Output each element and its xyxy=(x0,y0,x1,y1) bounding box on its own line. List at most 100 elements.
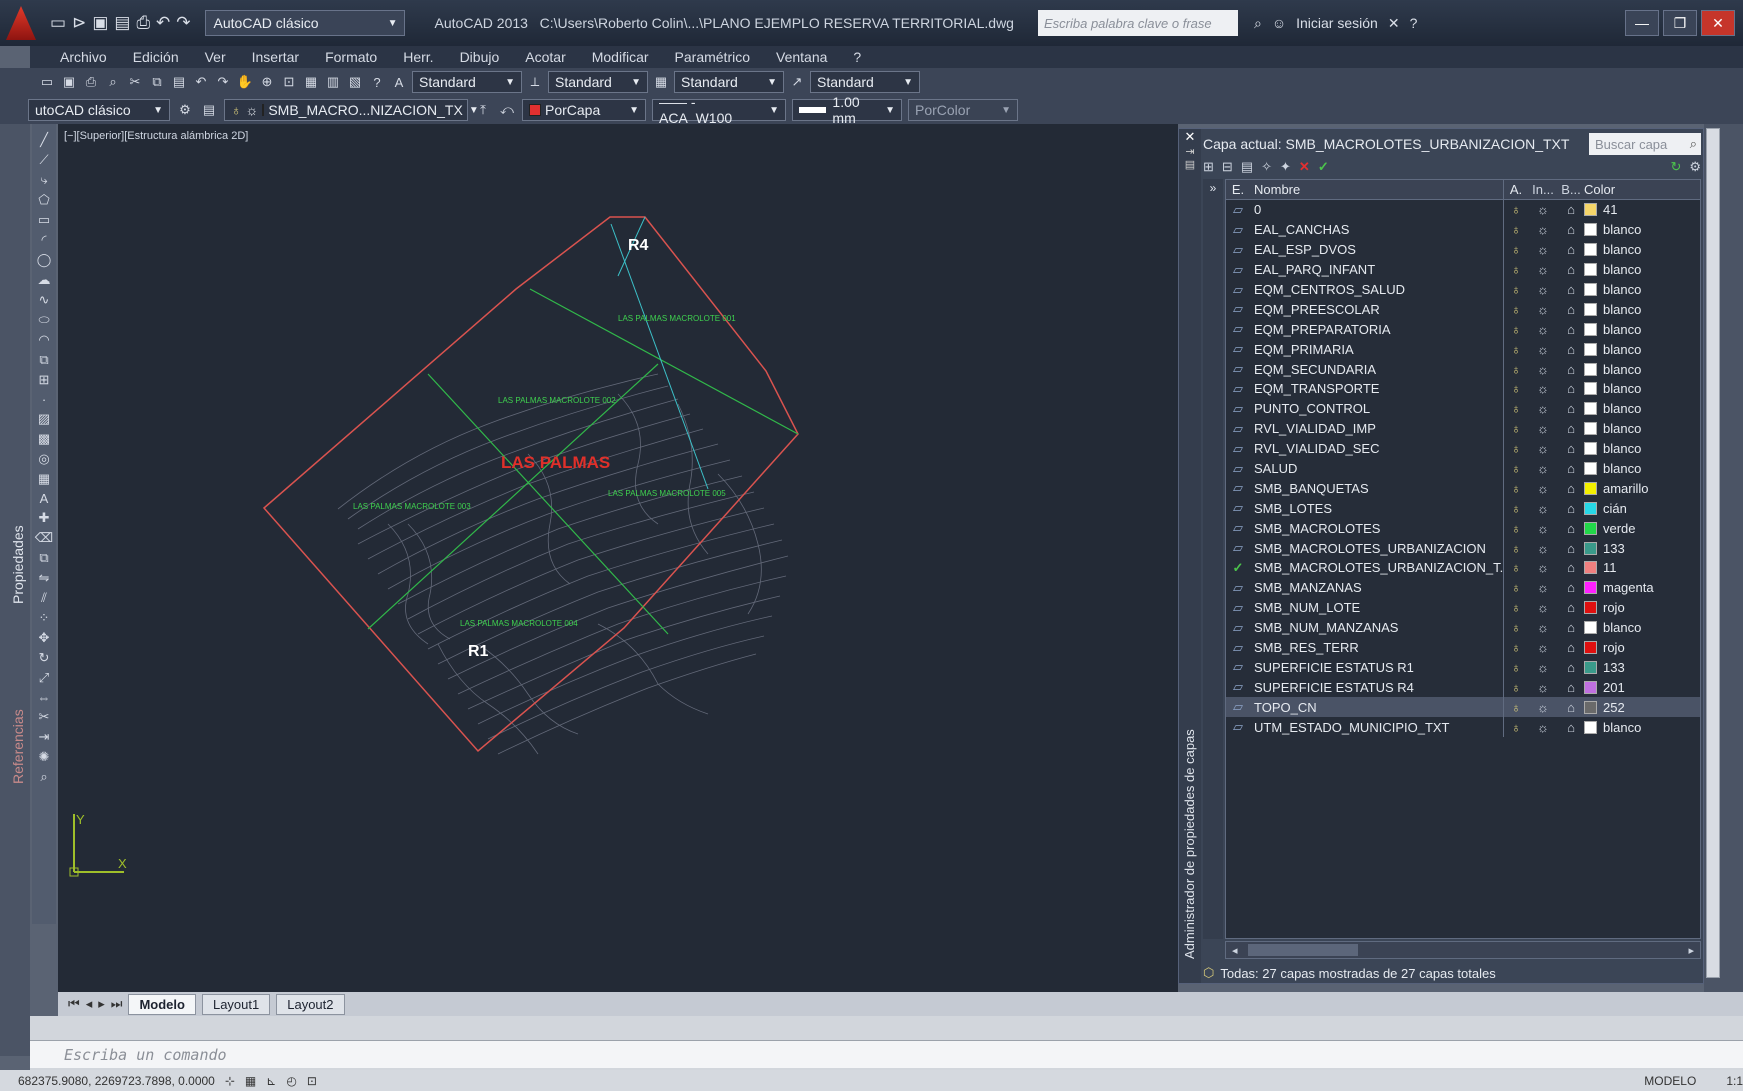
copy-icon[interactable]: ⧉ xyxy=(39,550,48,566)
make-current-icon[interactable]: ⤒ xyxy=(474,101,492,119)
layer-color[interactable]: blanco xyxy=(1584,720,1700,735)
design-center-icon[interactable]: ▥ xyxy=(324,73,342,91)
sun-icon[interactable]: ☼ xyxy=(1528,620,1558,635)
layer-status-icon[interactable]: ▱ xyxy=(1226,262,1250,278)
cut-icon[interactable]: ✂ xyxy=(126,73,144,91)
layer-row[interactable]: ▱ SMB_RES_TERR ♁ ☼ ⌂ rojo xyxy=(1226,637,1700,658)
layer-color[interactable]: 41 xyxy=(1584,202,1700,217)
lightbulb-icon[interactable]: ♁ xyxy=(1504,202,1528,217)
sun-icon[interactable]: ☼ xyxy=(1528,322,1558,337)
layer-row[interactable]: ▱ SUPERFICIE ESTATUS R1 ♁ ☼ ⌂ 133 xyxy=(1226,657,1700,678)
layer-row[interactable]: ▱ SMB_NUM_MANZANAS ♁ ☼ ⌂ blanco xyxy=(1226,617,1700,638)
layer-status-icon[interactable]: ▱ xyxy=(1226,301,1250,317)
exchange-icon[interactable]: ✕ xyxy=(1388,15,1400,32)
open-file-icon[interactable]: ⊳ xyxy=(72,13,86,33)
menu-insertar[interactable]: Insertar xyxy=(252,49,299,65)
layer-row[interactable]: ▱ EAL_PARQ_INFANT ♁ ☼ ⌂ blanco xyxy=(1226,259,1700,280)
layer-color[interactable]: 201 xyxy=(1584,680,1700,695)
layer-status-icon[interactable]: ▱ xyxy=(1226,520,1250,536)
layer-status-icon[interactable]: ▱ xyxy=(1226,242,1250,258)
unlock-icon[interactable]: ⌂ xyxy=(1558,401,1584,416)
layer-name[interactable]: SMB_LOTES xyxy=(1250,498,1504,519)
layer-name[interactable]: SMB_MACROLOTES xyxy=(1250,518,1504,539)
unlock-icon[interactable]: ⌂ xyxy=(1558,700,1584,715)
ellipse-arc-icon[interactable]: ◠ xyxy=(38,332,49,348)
layer-name[interactable]: EQM_SECUNDARIA xyxy=(1250,359,1504,380)
erase-icon[interactable]: ⌫ xyxy=(35,530,53,546)
extend-icon[interactable]: ⇥ xyxy=(39,729,50,745)
unlock-icon[interactable]: ⌂ xyxy=(1558,342,1584,357)
layer-color[interactable]: blanco xyxy=(1584,381,1700,396)
move-icon[interactable]: ✥ xyxy=(39,630,50,646)
layer-name[interactable]: SMB_NUM_MANZANAS xyxy=(1250,617,1504,638)
menu-ventana[interactable]: Ventana xyxy=(776,49,827,65)
array-icon[interactable]: ⁘ xyxy=(39,610,50,626)
layer-dropdown[interactable]: ♁ ☼ SMB_MACRO...NIZACION_TX ▼ xyxy=(224,99,479,121)
unlock-icon[interactable]: ⌂ xyxy=(1558,242,1584,257)
sun-icon[interactable]: ☼ xyxy=(1528,302,1558,317)
sun-icon[interactable]: ☼ xyxy=(1528,600,1558,615)
set-current-icon[interactable]: ✓ xyxy=(1318,159,1329,175)
trim-icon[interactable]: ✂ xyxy=(39,709,50,725)
unlock-icon[interactable]: ⌂ xyxy=(1558,362,1584,377)
menu-formato[interactable]: Formato xyxy=(325,49,377,65)
plotstyle-dropdown[interactable]: PorColor ▼ xyxy=(908,99,1018,121)
minimize-button[interactable]: — xyxy=(1625,10,1659,36)
command-line-input[interactable]: Escriba un comando xyxy=(30,1040,1743,1068)
unlock-icon[interactable]: ⌂ xyxy=(1558,262,1584,277)
layer-status-icon[interactable]: ▱ xyxy=(1226,679,1250,695)
arc-icon[interactable]: ◜ xyxy=(41,232,46,248)
lightbulb-icon[interactable]: ♁ xyxy=(1504,401,1528,416)
annotation-scale[interactable]: 1:1 xyxy=(1726,1074,1743,1088)
tab-modelo[interactable]: Modelo xyxy=(128,993,196,1015)
pan-icon[interactable]: ✋ xyxy=(236,73,254,91)
lightbulb-icon[interactable]: ♁ xyxy=(1504,720,1528,735)
unlock-icon[interactable]: ⌂ xyxy=(1558,282,1584,297)
layer-name[interactable]: SMB_MACROLOTES_URBANIZACION_T... xyxy=(1250,558,1504,578)
layer-color[interactable]: blanco xyxy=(1584,262,1700,277)
layer-status-icon[interactable]: ▱ xyxy=(1226,480,1250,496)
layer-row[interactable]: ▱ SMB_MANZANAS ♁ ☼ ⌂ magenta xyxy=(1226,577,1700,598)
layer-row[interactable]: ▱ EQM_SECUNDARIA ♁ ☼ ⌂ blanco xyxy=(1226,359,1700,380)
sun-icon[interactable]: ☼ xyxy=(1528,720,1558,735)
plot-icon[interactable]: ⎙ xyxy=(82,73,100,91)
layer-row[interactable]: ▱ EQM_PREPARATORIA ♁ ☼ ⌂ blanco xyxy=(1226,319,1700,340)
layer-color[interactable]: rojo xyxy=(1584,600,1700,615)
layer-name[interactable]: RVL_VIALIDAD_SEC xyxy=(1250,438,1504,459)
lightbulb-icon[interactable]: ♁ xyxy=(1504,282,1528,297)
sun-icon[interactable]: ☼ xyxy=(1528,362,1558,377)
layer-row[interactable]: ▱ SUPERFICIE ESTATUS R4 ♁ ☼ ⌂ 201 xyxy=(1226,677,1700,698)
layer-name[interactable]: SMB_MACROLOTES_URBANIZACION xyxy=(1250,538,1504,559)
layer-name[interactable]: SMB_MANZANAS xyxy=(1250,577,1504,598)
lineweight-dropdown[interactable]: 1.00 mm ▼ xyxy=(792,94,902,126)
unlock-icon[interactable]: ⌂ xyxy=(1558,600,1584,615)
unlock-icon[interactable]: ⌂ xyxy=(1558,322,1584,337)
layer-name[interactable]: SMB_BANQUETAS xyxy=(1250,478,1504,499)
layer-row[interactable]: ▱ RVL_VIALIDAD_SEC ♁ ☼ ⌂ blanco xyxy=(1226,438,1700,459)
layer-row[interactable]: ▱ SMB_LOTES ♁ ☼ ⌂ cián xyxy=(1226,498,1700,519)
construction-line-icon[interactable]: ⟋ xyxy=(39,152,48,168)
model-space-label[interactable]: MODELO xyxy=(1644,1074,1696,1088)
insert-block-icon[interactable]: ⧉ xyxy=(39,352,48,368)
layer-name[interactable]: EQM_PRIMARIA xyxy=(1250,339,1504,360)
tab-layout2[interactable]: Layout2 xyxy=(276,993,345,1015)
layer-color[interactable]: blanco xyxy=(1584,421,1700,436)
gradient-icon[interactable]: ▩ xyxy=(38,431,50,447)
unlock-icon[interactable]: ⌂ xyxy=(1558,720,1584,735)
lightbulb-icon[interactable]: ♁ xyxy=(1504,362,1528,377)
prev-tab-icon[interactable]: ◂ xyxy=(86,996,93,1012)
layer-color[interactable]: amarillo xyxy=(1584,481,1700,496)
sun-icon[interactable]: ☼ xyxy=(1528,501,1558,516)
settings-icon[interactable]: ⚙ xyxy=(1689,159,1701,175)
layer-color[interactable]: blanco xyxy=(1584,620,1700,635)
copy-icon[interactable]: ⧉ xyxy=(148,73,166,91)
properties-menu-icon[interactable]: ▤ xyxy=(1179,158,1201,171)
linetype-dropdown[interactable]: —— - ACA_W100 ▼ xyxy=(652,94,786,126)
new-group-filter-icon[interactable]: ⊟ xyxy=(1222,159,1233,175)
ellipse-icon[interactable]: ⬭ xyxy=(38,312,49,328)
layer-row[interactable]: ▱ SMB_BANQUETAS ♁ ☼ ⌂ amarillo xyxy=(1226,478,1700,499)
lightbulb-icon[interactable]: ♁ xyxy=(1504,222,1528,237)
first-tab-icon[interactable]: ⏮ xyxy=(68,996,80,1012)
layer-status-icon[interactable]: ▱ xyxy=(1226,500,1250,516)
filter-tree-toggle[interactable]: » xyxy=(1203,179,1223,939)
